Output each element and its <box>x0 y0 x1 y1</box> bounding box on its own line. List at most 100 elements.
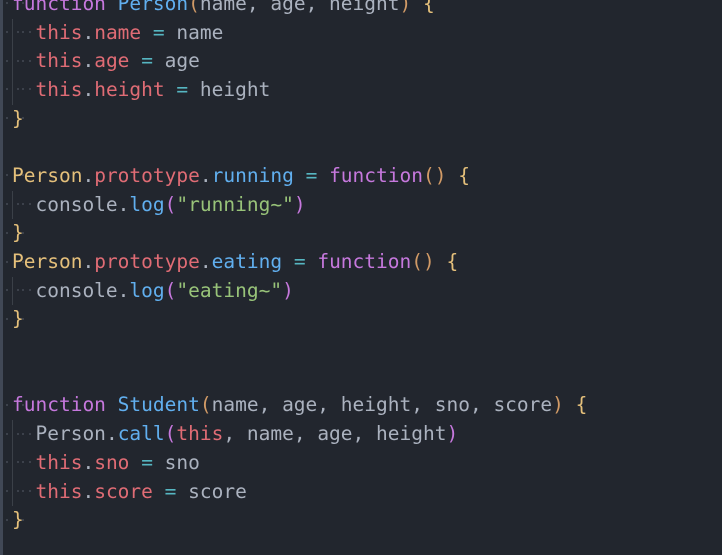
indent-guides <box>0 105 722 134</box>
code-token: function <box>317 250 412 273</box>
code-line-text: this.height = height <box>12 78 270 101</box>
code-line[interactable]: Person.call(this, name, age, height) <box>0 420 722 449</box>
code-token: . <box>199 250 212 273</box>
code-token: log <box>129 278 165 302</box>
code-token: age <box>258 0 306 15</box>
code-token: = <box>293 250 306 273</box>
code-token: = <box>176 77 189 101</box>
code-token: this <box>35 20 83 44</box>
code-editor[interactable]: function Person(name, age, height) { thi… <box>0 0 722 555</box>
code-token: , <box>411 393 423 417</box>
code-line[interactable] <box>0 363 722 392</box>
indent-guides <box>0 305 722 334</box>
code-token: age <box>305 422 353 446</box>
code-token: , <box>317 393 330 417</box>
code-token: , <box>293 422 306 446</box>
whitespace-dot <box>6 203 8 206</box>
code-surface[interactable]: function Person(name, age, height) { thi… <box>0 0 722 535</box>
whitespace-dot <box>6 231 8 234</box>
code-line[interactable]: this.name = name <box>0 18 722 48</box>
code-token: this <box>176 422 224 446</box>
code-token: . <box>82 250 95 273</box>
code-line-text: function Person(name, age, height) { <box>12 0 435 15</box>
code-line[interactable]: function Person(name, age, height) { <box>0 0 722 19</box>
code-token: "eating~" <box>176 278 283 302</box>
code-token: console <box>35 192 118 216</box>
code-token: height <box>188 77 271 101</box>
code-token: Person <box>35 422 106 446</box>
code-line-text: } <box>12 307 24 330</box>
code-line[interactable]: this.score = score <box>0 477 722 507</box>
code-token: , <box>223 422 236 446</box>
code-token: = <box>305 163 318 187</box>
code-token: = <box>152 20 165 44</box>
code-line[interactable]: } <box>0 305 722 334</box>
code-token: ) <box>399 0 412 15</box>
code-line[interactable]: Person.prototype.running = function() { <box>0 162 722 191</box>
whitespace-dot <box>6 31 8 33</box>
code-token: . <box>82 49 95 73</box>
code-token: } <box>12 307 24 331</box>
code-line[interactable]: console.log("running~") <box>0 190 722 220</box>
code-line[interactable]: function Student(name, age, height, sno,… <box>0 391 722 420</box>
code-token: function <box>12 0 106 15</box>
code-token: ) <box>282 278 294 302</box>
code-line-text: } <box>12 508 24 531</box>
code-token: . <box>82 479 95 503</box>
code-token: eating <box>211 250 283 273</box>
code-token: name <box>94 20 142 44</box>
code-token: log <box>129 192 165 216</box>
whitespace-dot <box>6 2 8 5</box>
code-line-text: this.sno = sno <box>12 450 199 474</box>
code-token: name <box>235 422 294 446</box>
code-line[interactable]: this.age = age <box>0 47 722 76</box>
code-token: function <box>12 393 106 417</box>
code-token: . <box>199 163 212 187</box>
code-line-text: Person.prototype.eating = function() { <box>12 250 458 273</box>
code-token: , <box>246 0 259 15</box>
code-token: age <box>94 49 130 73</box>
code-line[interactable]: } <box>0 105 722 134</box>
code-token: "running~" <box>176 192 294 216</box>
code-line[interactable]: this.sno = sno <box>0 448 722 478</box>
code-line[interactable]: this.height = height <box>0 75 722 105</box>
code-token: { <box>446 250 459 273</box>
code-token: () <box>422 163 447 187</box>
code-token: score <box>176 479 247 503</box>
whitespace-dot <box>6 317 8 320</box>
code-line-text: function Student(name, age, height, sno,… <box>12 393 587 416</box>
code-token: score <box>94 479 153 503</box>
code-line[interactable] <box>0 334 722 363</box>
code-token: , <box>352 422 365 446</box>
code-token: height <box>94 77 165 101</box>
whitespace-dot <box>6 88 8 91</box>
code-line-text: } <box>12 107 24 130</box>
code-token: this <box>35 450 83 474</box>
code-line[interactable] <box>0 133 722 162</box>
code-line[interactable]: console.log("eating~") <box>0 276 722 306</box>
code-token: age <box>152 49 200 73</box>
code-line[interactable]: Person.prototype.eating = function() { <box>0 248 722 277</box>
code-token: prototype <box>94 163 200 187</box>
code-line-text: this.score = score <box>12 479 247 503</box>
code-token: ( <box>199 393 212 417</box>
code-token: . <box>82 20 95 44</box>
whitespace-dot <box>6 403 8 406</box>
code-line[interactable]: } <box>0 219 722 248</box>
code-token: . <box>82 163 95 187</box>
code-token: , <box>258 393 271 417</box>
code-token: name <box>211 393 259 417</box>
code-line[interactable]: } <box>0 506 722 535</box>
